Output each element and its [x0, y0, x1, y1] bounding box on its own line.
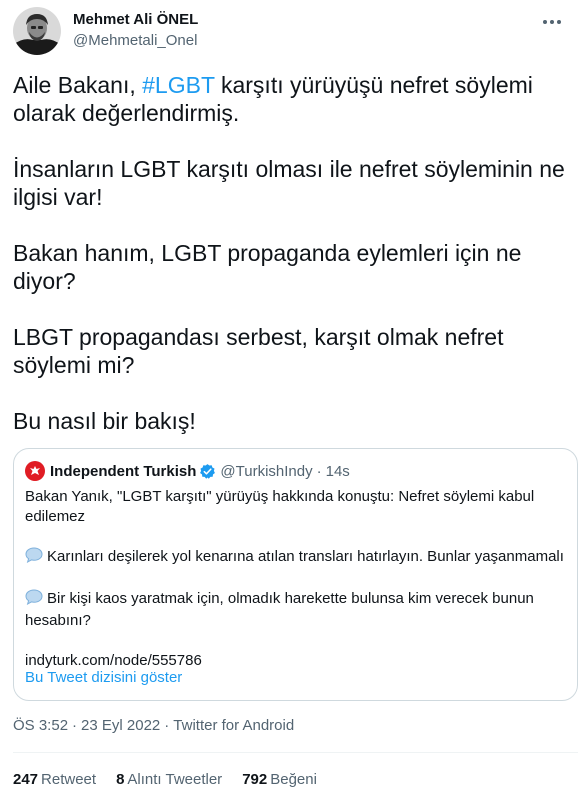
quoted-line-text: Karınları deşilerek yol kenarına atılan …	[47, 548, 564, 565]
quoted-tweet-time[interactable]: 14s	[326, 463, 350, 480]
quoted-line-text: Bir kişi kaos yaratmak için, olmadık har…	[25, 590, 534, 629]
quoted-tweet-text: Bakan Yanık, "LGBT karşıtı" yürüyüş hakk…	[25, 487, 570, 673]
tweet-stats: 247 Retweet 8 Alıntı Tweetler 792 Beğeni	[13, 771, 337, 788]
likes-label: Beğeni	[270, 771, 317, 788]
tweet-paragraph: Aile Bakanı, #LGBT karşıtı yürüyüşü nefr…	[13, 71, 573, 127]
more-horizontal-icon	[543, 20, 561, 24]
quoted-author-name[interactable]: Independent Turkish	[50, 463, 196, 480]
retweets-stat[interactable]: 247 Retweet	[13, 771, 96, 788]
quoted-paragraph: Karınları deşilerek yol kenarına atılan …	[25, 547, 570, 569]
quoted-link[interactable]: indyturk.com/node/555786	[25, 651, 570, 671]
tweet-meta: ÖS 3:52 · 23 Eyl 2022 · Twitter for Android	[13, 717, 294, 734]
quoted-tweet[interactable]: Independent Turkish @TurkishIndy · 14s B…	[13, 448, 578, 701]
likes-stat[interactable]: 792 Beğeni	[242, 771, 317, 788]
divider	[13, 752, 578, 753]
quoted-paragraph: Bakan Yanık, "LGBT karşıtı" yürüyüş hakk…	[25, 488, 535, 525]
separator-dot: ·	[164, 717, 170, 734]
quoted-paragraph: Bir kişi kaos yaratmak için, olmadık har…	[25, 589, 570, 631]
tweet-paragraph: Bakan hanım, LGBT propaganda eylemleri i…	[13, 240, 522, 294]
tweet-paragraph: LBGT propagandası serbest, karşıt olmak …	[13, 324, 504, 378]
more-options-button[interactable]	[539, 13, 565, 31]
author-name[interactable]: Mehmet Ali ÖNEL	[73, 11, 198, 28]
quoted-author-handle[interactable]: @TurkishIndy	[220, 463, 312, 480]
retweets-label: Retweet	[41, 771, 97, 788]
tweet-source[interactable]: Twitter for Android	[173, 717, 294, 734]
verified-badge-icon	[199, 463, 216, 480]
speech-balloon-icon	[25, 547, 43, 569]
separator-dot: ·	[316, 462, 322, 480]
quote-tweets-label: Alıntı Tweetler	[127, 771, 223, 788]
show-thread-link[interactable]: Bu Tweet dizisini göster	[25, 669, 182, 686]
speech-balloon-icon	[25, 589, 43, 611]
author-handle[interactable]: @Mehmetali_Onel	[73, 32, 197, 49]
independent-eagle-logo	[25, 461, 45, 481]
retweets-count: 247	[13, 771, 39, 788]
hashtag-link[interactable]: #LGBT	[142, 72, 214, 98]
tweet-text-span: Aile Bakanı,	[13, 72, 143, 98]
likes-count: 792	[242, 771, 268, 788]
tweet-time[interactable]: ÖS 3:52	[13, 717, 68, 734]
tweet-paragraph: İnsanların LGBT karşıtı olması ile nefre…	[13, 156, 565, 210]
tweet: Mehmet Ali ÖNEL @Mehmetali_Onel Aile Bak…	[0, 0, 585, 802]
tweet-paragraph: Bu nasıl bir bakış!	[13, 408, 196, 434]
tweet-text: Aile Bakanı, #LGBT karşıtı yürüyüşü nefr…	[13, 71, 573, 435]
tweet-date[interactable]: 23 Eyl 2022	[81, 717, 160, 734]
quote-tweets-stat[interactable]: 8 Alıntı Tweetler	[116, 771, 222, 788]
quote-tweets-count: 8	[116, 771, 125, 788]
separator-dot: ·	[72, 717, 78, 734]
quoted-link-text[interactable]: indyturk.com/node/555786	[25, 652, 202, 669]
quoted-tweet-header: Independent Turkish @TurkishIndy · 14s	[25, 461, 350, 481]
author-avatar[interactable]	[13, 7, 61, 55]
